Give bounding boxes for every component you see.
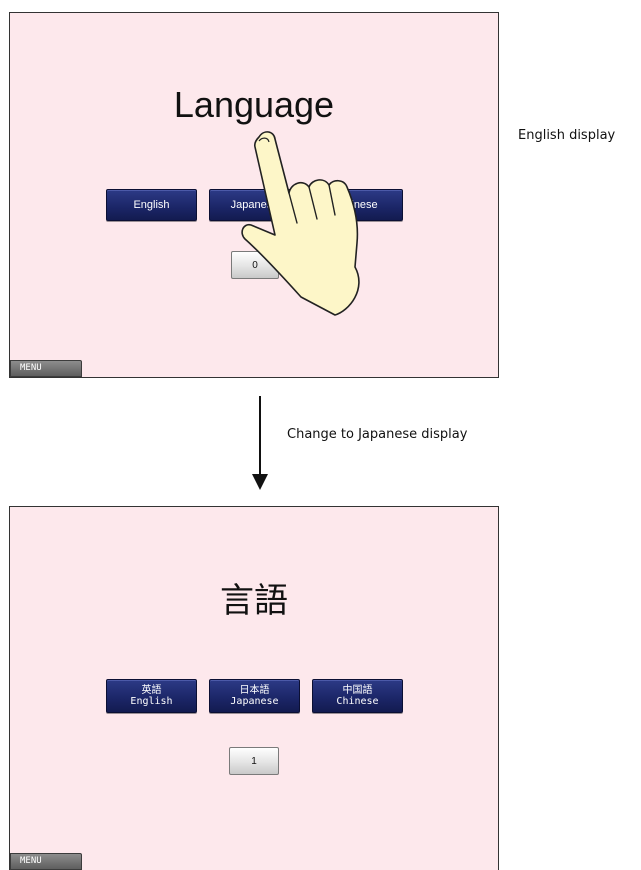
chinese-button[interactable]: 中国語 Chinese [312, 679, 403, 713]
english-button[interactable]: 英語 English [106, 679, 197, 713]
english-button-label: English [133, 199, 170, 211]
chinese-button-label-en: Chinese [336, 696, 379, 707]
english-display-label: English display [518, 128, 616, 143]
page-title: 言語 [220, 581, 288, 621]
english-button-label-en: English [130, 696, 173, 707]
chinese-button-label-jp: 中国語 [342, 685, 373, 696]
japanese-button[interactable]: 日本語 Japanese [209, 679, 300, 713]
page-title: Language [173, 84, 335, 125]
arrow-down-icon [252, 396, 268, 490]
language-number-display: 1 [229, 747, 279, 775]
tutorial-figure: Language English Japanese Chinese 0 MENU… [0, 0, 641, 870]
japanese-button-label-en: Japanese [230, 696, 279, 707]
transition-label: Change to Japanese display [287, 427, 468, 442]
pointing-hand-icon [241, 131, 360, 316]
menu-button[interactable]: MENU [10, 853, 82, 870]
japanese-display-screen: 言語 英語 English 日本語 Japanese 中国語 Chinese 1… [9, 506, 499, 870]
english-display-screen: Language English Japanese Chinese 0 MENU [9, 12, 499, 378]
english-button[interactable]: English [106, 189, 197, 221]
menu-button[interactable]: MENU [10, 360, 82, 377]
japanese-button-label-jp: 日本語 [239, 685, 270, 696]
english-button-label-jp: 英語 [141, 685, 162, 696]
